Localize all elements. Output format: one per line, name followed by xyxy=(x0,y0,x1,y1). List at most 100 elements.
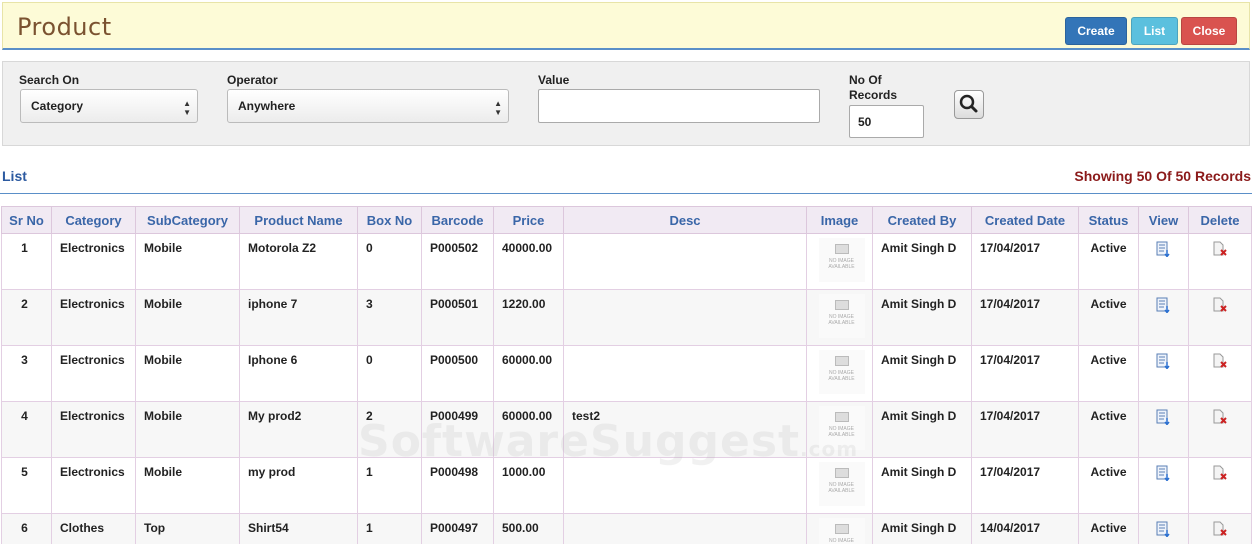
cell-created-date: 17/04/2017 xyxy=(971,401,1079,458)
column-header-image[interactable]: Image xyxy=(806,206,873,234)
table-header-row: Sr No Category SubCategory Product Name Box … xyxy=(1,206,1252,234)
cell-category: Electronics xyxy=(51,345,136,402)
list-button[interactable]: List xyxy=(1131,17,1178,45)
cell-category: Electronics xyxy=(51,233,136,290)
table-row: 6 Clothes Top Shirt54 1 P000497 500.00 NO IMAGE… xyxy=(1,513,1252,544)
cell-image: NO IMAGEAVAILABLE xyxy=(806,513,873,544)
page-title: Product xyxy=(17,13,112,41)
column-header-delete[interactable]: Delete xyxy=(1188,206,1252,234)
cell-price: 500.00 xyxy=(493,513,564,544)
search-on-value: Category xyxy=(31,99,84,113)
delete-icon[interactable] xyxy=(1212,241,1228,260)
cell-sr: 3 xyxy=(1,345,52,402)
cell-barcode: P000498 xyxy=(421,457,494,514)
cell-status: Active xyxy=(1078,457,1139,514)
view-icon[interactable] xyxy=(1156,409,1172,428)
cell-created-by: Amit Singh D xyxy=(872,233,972,290)
records-input[interactable]: 50 xyxy=(849,105,924,138)
delete-icon[interactable] xyxy=(1212,409,1228,428)
cell-created-by: Amit Singh D xyxy=(872,345,972,402)
divider xyxy=(0,193,1252,194)
cell-price: 1220.00 xyxy=(493,289,564,346)
view-icon[interactable] xyxy=(1156,297,1172,316)
cell-name: Motorola Z2 xyxy=(239,233,358,290)
view-icon[interactable] xyxy=(1156,521,1172,540)
cell-view xyxy=(1138,345,1189,402)
page-header: Product Create List Close xyxy=(2,2,1250,50)
column-header-barcode[interactable]: Barcode xyxy=(421,206,494,234)
cell-name: iphone 7 xyxy=(239,289,358,346)
column-header-created-by[interactable]: Created By xyxy=(872,206,972,234)
cell-name: Iphone 6 xyxy=(239,345,358,402)
cell-category: Clothes xyxy=(51,513,136,544)
select-arrows-icon: ▲ ▼ xyxy=(183,99,191,117)
cell-view xyxy=(1138,289,1189,346)
cell-created-date: 17/04/2017 xyxy=(971,345,1079,402)
operator-label: Operator xyxy=(227,73,278,87)
cell-barcode: P000497 xyxy=(421,513,494,544)
cell-box: 1 xyxy=(357,457,422,514)
close-button[interactable]: Close xyxy=(1181,17,1237,45)
view-icon[interactable] xyxy=(1156,465,1172,484)
cell-desc xyxy=(563,289,807,346)
column-header-product-name[interactable]: Product Name xyxy=(239,206,358,234)
view-icon[interactable] xyxy=(1156,241,1172,260)
column-header-price[interactable]: Price xyxy=(493,206,564,234)
cell-sr: 6 xyxy=(1,513,52,544)
cell-price: 1000.00 xyxy=(493,457,564,514)
table-row: 5 Electronics Mobile my prod 1 P000498 1000.00… xyxy=(1,457,1252,514)
cell-created-by: Amit Singh D xyxy=(872,457,972,514)
no-image-placeholder-icon: NO IMAGEAVAILABLE xyxy=(818,518,865,544)
column-header-status[interactable]: Status xyxy=(1078,206,1139,234)
column-header-box-no[interactable]: Box No xyxy=(357,206,422,234)
create-button[interactable]: Create xyxy=(1065,17,1127,45)
search-on-select[interactable]: Category ▲ ▼ xyxy=(20,89,198,123)
cell-created-by: Amit Singh D xyxy=(872,401,972,458)
magnifier-icon xyxy=(959,94,978,113)
cell-desc xyxy=(563,513,807,544)
cell-image: NO IMAGEAVAILABLE xyxy=(806,233,873,290)
cell-view xyxy=(1138,457,1189,514)
no-image-placeholder-icon: NO IMAGEAVAILABLE xyxy=(818,406,865,450)
no-image-text-2: AVAILABLE xyxy=(828,488,855,494)
cell-box: 1 xyxy=(357,513,422,544)
cell-subcategory: Mobile xyxy=(135,345,240,402)
cell-created-date: 14/04/2017 xyxy=(971,513,1079,544)
delete-icon[interactable] xyxy=(1212,353,1228,372)
cell-status: Active xyxy=(1078,513,1139,544)
delete-icon[interactable] xyxy=(1212,465,1228,484)
column-header-desc[interactable]: Desc xyxy=(563,206,807,234)
cell-name: Shirt54 xyxy=(239,513,358,544)
column-header-subcategory[interactable]: SubCategory xyxy=(135,206,240,234)
value-label: Value xyxy=(538,73,570,87)
records-label-line1: No Of xyxy=(849,73,882,87)
product-table: Sr No Category SubCategory Product Name Box … xyxy=(1,206,1252,544)
cell-view xyxy=(1138,233,1189,290)
no-image-text-2: AVAILABLE xyxy=(828,320,855,326)
cell-price: 40000.00 xyxy=(493,233,564,290)
delete-icon[interactable] xyxy=(1212,521,1228,540)
cell-created-by: Amit Singh D xyxy=(872,289,972,346)
cell-status: Active xyxy=(1078,401,1139,458)
view-icon[interactable] xyxy=(1156,353,1172,372)
search-button[interactable] xyxy=(954,90,984,119)
records-count: Showing 50 Of 50 Records xyxy=(1074,168,1251,184)
cell-subcategory: Mobile xyxy=(135,457,240,514)
cell-barcode: P000500 xyxy=(421,345,494,402)
column-header-created-date[interactable]: Created Date xyxy=(971,206,1079,234)
cell-box: 0 xyxy=(357,233,422,290)
no-image-text-2: AVAILABLE xyxy=(828,376,855,382)
delete-icon[interactable] xyxy=(1212,297,1228,316)
cell-price: 60000.00 xyxy=(493,401,564,458)
cell-desc: test2 xyxy=(563,401,807,458)
search-panel: Search On Category ▲ ▼ Operator Anywhere … xyxy=(2,61,1250,146)
column-header-sr-no[interactable]: Sr No xyxy=(1,206,52,234)
operator-select[interactable]: Anywhere ▲ ▼ xyxy=(227,89,509,123)
cell-status: Active xyxy=(1078,233,1139,290)
cell-price: 60000.00 xyxy=(493,345,564,402)
operator-value: Anywhere xyxy=(238,99,296,113)
table-row: 4 Electronics Mobile My prod2 2 P000499 60000.… xyxy=(1,401,1252,458)
value-input[interactable] xyxy=(538,89,820,123)
column-header-category[interactable]: Category xyxy=(51,206,136,234)
column-header-view[interactable]: View xyxy=(1138,206,1189,234)
